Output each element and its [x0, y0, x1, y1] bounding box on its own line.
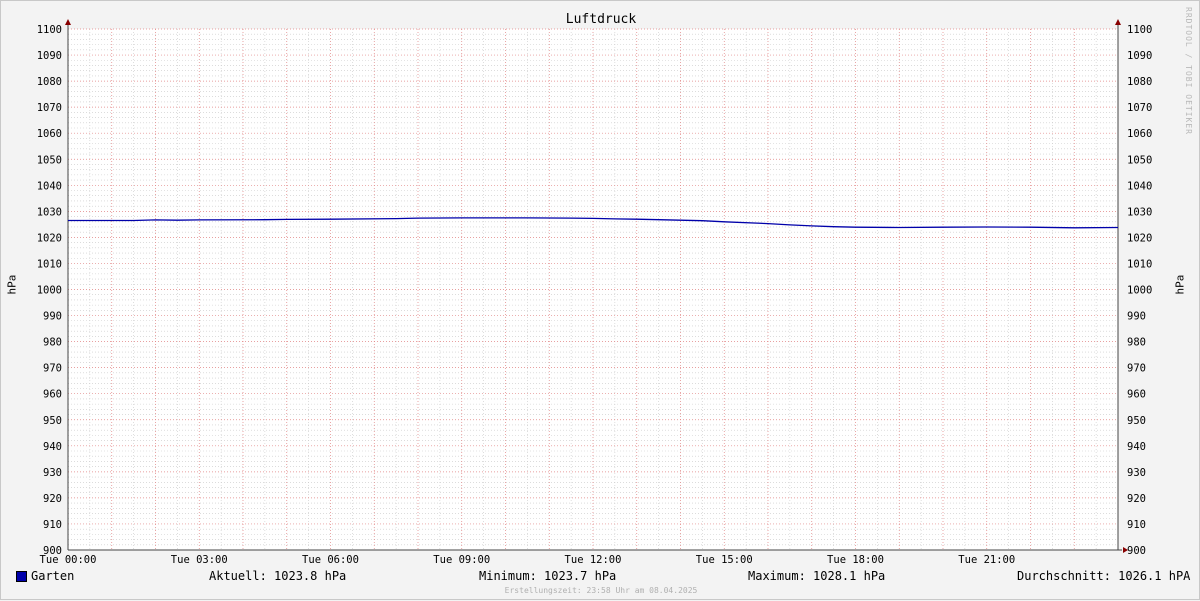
y-tick-label-left: 1070 [37, 102, 62, 114]
y-tick-label-right: 900 [1127, 545, 1146, 557]
y-tick-label-left: 1020 [37, 232, 62, 244]
y-tick-label-left: 1080 [37, 76, 62, 88]
y-tick-label-right: 990 [1127, 311, 1146, 323]
legend-current: Aktuell: 1023.8 hPa [209, 569, 347, 583]
y-tick-label-right: 1020 [1127, 232, 1152, 244]
y-tick-label-right: 910 [1127, 519, 1146, 531]
plot-area: 900 900910 910920 920930 930940 940950 950960 9… [37, 19, 1152, 566]
y-tick-label-left: 970 [43, 363, 62, 375]
creation-time-footer: Erstellungszeit: 23:58 Uhr am 08.04.2025 [504, 586, 698, 595]
x-tick-label: Tue 18:00 [827, 554, 884, 566]
y-tick-label-left: 950 [43, 415, 62, 427]
x-tick-label: Tue 03:00 [171, 554, 228, 566]
y-tick-label-left: 990 [43, 311, 62, 323]
x-tick-label: Tue 00:00 [40, 554, 97, 566]
y-tick-label-left: 1060 [37, 128, 62, 140]
y-tick-label-left: 1040 [37, 180, 62, 192]
y-tick-label-left: 930 [43, 467, 62, 479]
legend-minimum: Minimum: 1023.7 hPa [479, 569, 617, 583]
y-tick-label-right: 1030 [1127, 206, 1152, 218]
y-tick-label-left: 1010 [37, 258, 62, 270]
x-tick-label: Tue 15:00 [696, 554, 753, 566]
x-tick-label: Tue 21:00 [958, 554, 1015, 566]
legend-swatch [16, 571, 27, 582]
y-tick-label-left: 910 [43, 519, 62, 531]
y-tick-label-right: 1010 [1127, 258, 1152, 270]
y-tick-label-left: 1000 [37, 285, 62, 297]
y-axis-arrow-left [65, 19, 71, 25]
y-tick-label-right: 930 [1127, 467, 1146, 479]
x-tick-label: Tue 12:00 [565, 554, 622, 566]
y-tick-label-left: 1100 [37, 24, 62, 36]
y-tick-label-right: 1050 [1127, 154, 1152, 166]
legend-average: Durchschnitt: 1026.1 hPA [1017, 569, 1191, 583]
chart-window: Luftdruck hPa hPa RRDTOOL / TOBI OETIKER… [0, 0, 1200, 600]
y-tick-label-right: 950 [1127, 415, 1146, 427]
y-tick-label-right: 960 [1127, 389, 1146, 401]
y-tick-label-right: 1080 [1127, 76, 1152, 88]
y-tick-label-right: 1060 [1127, 128, 1152, 140]
y-tick-label-right: 1000 [1127, 285, 1152, 297]
y-tick-label-right: 1070 [1127, 102, 1152, 114]
y-tick-label-left: 1030 [37, 206, 62, 218]
y-tick-label-right: 1090 [1127, 50, 1152, 62]
y-tick-label-left: 1090 [37, 50, 62, 62]
y-tick-label-left: 940 [43, 441, 62, 453]
y-tick-label-right: 920 [1127, 493, 1146, 505]
y-tick-label-left: 980 [43, 337, 62, 349]
y-tick-label-right: 1100 [1127, 24, 1152, 36]
legend: Garten Aktuell: 1023.8 hPa Minimum: 1023… [1, 568, 1200, 586]
y-tick-label-right: 1040 [1127, 180, 1152, 192]
y-tick-label-left: 920 [43, 493, 62, 505]
y-tick-label-right: 980 [1127, 337, 1146, 349]
y-tick-label-left: 960 [43, 389, 62, 401]
legend-series-name: Garten [31, 569, 75, 583]
y-tick-label-right: 970 [1127, 363, 1146, 375]
y-tick-label-right: 940 [1127, 441, 1146, 453]
legend-maximum: Maximum: 1028.1 hPa [748, 569, 886, 583]
x-tick-label: Tue 09:00 [433, 554, 490, 566]
x-tick-label: Tue 06:00 [302, 554, 359, 566]
y-axis-arrow-right [1115, 19, 1121, 25]
y-tick-label-left: 1050 [37, 154, 62, 166]
